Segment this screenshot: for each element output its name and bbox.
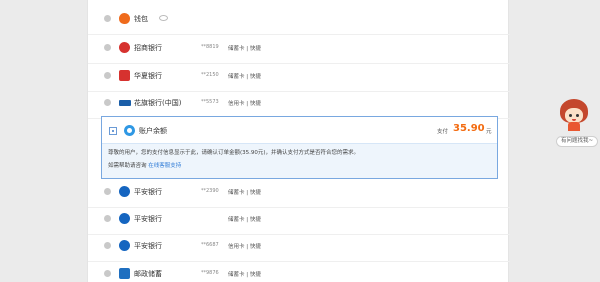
bank-logo-icon <box>119 213 130 224</box>
card-type: 储蓄卡 | 快捷 <box>228 190 261 196</box>
card-type: 储蓄卡 | 快捷 <box>228 217 261 223</box>
amount-label: 支付 <box>437 129 449 135</box>
card-number: **2150 <box>201 72 219 78</box>
option-name: 平安银行 <box>134 242 162 250</box>
payment-method-panel: 钱包 招商银行 **8819 储蓄卡 | 快捷 华夏银行 **2150 储蓄卡 … <box>87 0 510 282</box>
checkbox-selected[interactable] <box>109 127 117 135</box>
card-type: 储蓄卡 | 快捷 <box>228 46 261 52</box>
card-number: **9876 <box>201 270 219 276</box>
mascot-eye <box>576 114 579 117</box>
bank-logo-icon <box>119 240 130 251</box>
citi-logo-icon <box>119 100 131 106</box>
bank-logo-icon <box>119 70 130 81</box>
card-type: 信用卡 | 快捷 <box>228 244 261 250</box>
radio-button[interactable] <box>104 270 111 277</box>
card-number: **5573 <box>201 99 219 105</box>
payment-amount: 35.90 <box>453 123 485 134</box>
radio-button[interactable] <box>104 44 111 51</box>
payment-option-bank-7[interactable]: 邮政储蓄 **9876 储蓄卡 | 快捷 <box>88 258 510 282</box>
payment-option-bank-3[interactable]: 花旗银行(中国) **5573 信用卡 | 快捷 <box>88 87 510 119</box>
option-name: 钱包 <box>134 15 148 23</box>
mascot-eye <box>569 114 572 117</box>
card-number: **6687 <box>201 242 219 248</box>
option-name: 邮政储蓄 <box>134 270 162 278</box>
flame-icon <box>119 13 130 24</box>
help-notice: 如需帮助请咨询 在线客服支持 <box>108 161 181 169</box>
balance-icon <box>124 125 135 136</box>
radio-button[interactable] <box>104 188 111 195</box>
option-name: 花旗银行(中国) <box>134 99 182 107</box>
bank-logo-icon <box>119 186 130 197</box>
card-number: **8819 <box>201 44 219 50</box>
eye-icon[interactable] <box>159 15 168 21</box>
option-name: 华夏银行 <box>134 72 162 80</box>
card-type: 储蓄卡 | 快捷 <box>228 272 261 278</box>
help-mascot-icon[interactable] <box>560 99 588 131</box>
bank-logo-icon <box>119 42 130 53</box>
bank-logo-icon <box>119 268 130 279</box>
card-type: 信用卡 | 快捷 <box>228 101 261 107</box>
radio-button[interactable] <box>104 215 111 222</box>
radio-button[interactable] <box>104 15 111 22</box>
radio-button[interactable] <box>104 242 111 249</box>
selected-payment-option[interactable]: 账户余额 支付 35.90 元 尊敬的用户，您的支付信息显示于此，请确认订单金额… <box>101 116 498 179</box>
amount-unit: 元 <box>486 129 492 135</box>
radio-button[interactable] <box>104 72 111 79</box>
card-number: **2390 <box>201 188 219 194</box>
option-name: 招商银行 <box>134 44 162 52</box>
help-button[interactable]: 有问题找我~ <box>556 136 599 147</box>
payment-notice: 尊敬的用户，您的支付信息显示于此，请确认订单金额(35.90元)，并确认支付方式… <box>108 150 360 156</box>
mascot-body <box>568 122 580 131</box>
help-link[interactable]: 在线客服支持 <box>148 163 181 169</box>
selected-option-header: 账户余额 支付 35.90 元 <box>102 117 497 144</box>
option-name: 账户余额 <box>139 127 167 135</box>
payment-option-wallet[interactable]: 钱包 <box>88 3 510 35</box>
option-name: 平安银行 <box>134 215 162 223</box>
card-type: 储蓄卡 | 快捷 <box>228 74 261 80</box>
option-name: 平安银行 <box>134 188 162 196</box>
radio-button[interactable] <box>104 99 111 106</box>
help-notice-text: 如需帮助请咨询 <box>108 163 147 169</box>
